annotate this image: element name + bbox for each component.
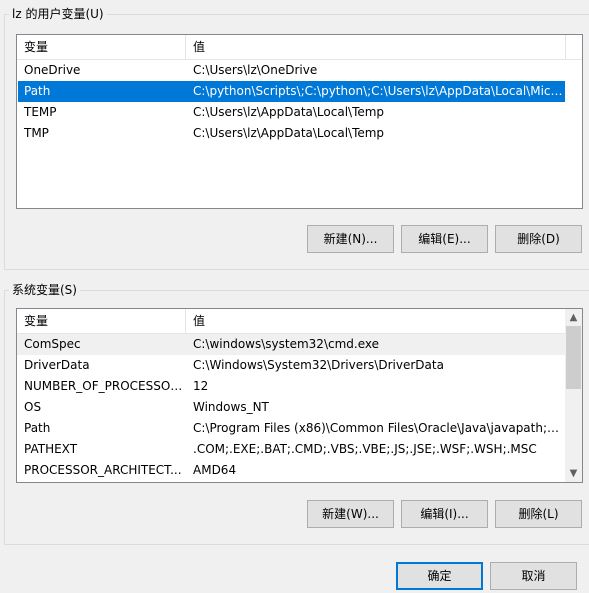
var-value: C:\Windows\System32\Drivers\DriverData [193,358,444,372]
var-name: PROCESSOR_ARCHITECT... [24,463,182,477]
column-header-value[interactable]: 值 [186,309,566,333]
var-value: Windows_NT [193,400,269,414]
scroll-up-icon[interactable]: ▲ [565,309,582,326]
column-header-name[interactable]: 变量 [17,309,186,333]
var-value: C:\Users\lz\OneDrive [193,63,318,77]
user-vars-header: 变量 值 [17,35,582,60]
system-vars-header: 变量 值 [17,309,565,334]
var-name: OS [24,400,42,414]
user-vars-title: lz 的用户变量(U) [9,6,107,22]
table-row[interactable]: ComSpec C:\windows\system32\cmd.exe [17,334,566,355]
var-name: Path [24,84,51,98]
user-new-button[interactable]: 新建(N)... [307,225,394,253]
column-header-value[interactable]: 值 [186,35,566,59]
scrollbar-thumb[interactable] [566,326,581,389]
table-row[interactable]: OS Windows_NT [17,397,566,418]
var-value: C:\Users\lz\AppData\Local\Temp [193,105,385,119]
var-value: .COM;.EXE;.BAT;.CMD;.VBS;.VBE;.JS;.JSE;.… [193,442,537,456]
system-delete-button[interactable]: 删除(L) [495,500,582,528]
cancel-button[interactable]: 取消 [490,562,577,590]
ok-button[interactable]: 确定 [396,562,483,590]
var-name: NUMBER_OF_PROCESSORS [24,379,186,393]
system-edit-button[interactable]: 编辑(I)... [401,500,488,528]
user-vars-list[interactable]: 变量 值 OneDrive C:\Users\lz\OneDrive Path … [16,34,583,209]
var-name: TEMP [24,105,57,119]
table-row[interactable]: Path C:\Program Files (x86)\Common Files… [17,418,566,439]
scroll-down-icon[interactable]: ▼ [565,465,582,482]
table-row[interactable]: PATHEXT .COM;.EXE;.BAT;.CMD;.VBS;.VBE;.J… [17,439,566,460]
table-row[interactable]: NUMBER_OF_PROCESSORS 12 [17,376,566,397]
table-row[interactable]: TMP C:\Users\lz\AppData\Local\Temp [17,123,566,144]
table-row[interactable]: DriverData C:\Windows\System32\Drivers\D… [17,355,566,376]
table-row[interactable]: Path C:\python\Scripts\;C:\python\;C:\Us… [18,81,565,102]
table-row[interactable]: OneDrive C:\Users\lz\OneDrive [17,60,566,81]
system-vars-title: 系统变量(S) [9,282,80,298]
var-value: C:\Users\lz\AppData\Local\Temp [193,126,385,140]
user-edit-button[interactable]: 编辑(E)... [401,225,488,253]
var-name: OneDrive [24,63,81,77]
table-row[interactable]: PROCESSOR_ARCHITECT... AMD64 [17,460,566,481]
var-value: AMD64 [193,463,237,477]
var-name: ComSpec [24,337,81,351]
table-row[interactable]: TEMP C:\Users\lz\AppData\Local\Temp [17,102,566,123]
var-value: C:\Program Files (x86)\Common Files\Orac… [193,421,566,435]
column-header-name[interactable]: 变量 [17,35,186,59]
var-name: TMP [24,126,49,140]
vertical-scrollbar[interactable]: ▲ ▼ [565,309,582,482]
system-new-button[interactable]: 新建(W)... [307,500,394,528]
var-value: C:\python\Scripts\;C:\python\;C:\Users\l… [193,84,564,98]
var-name: Path [24,421,51,435]
system-vars-list[interactable]: 变量 值 ComSpec C:\windows\system32\cmd.exe… [16,308,583,483]
var-name: PATHEXT [24,442,78,456]
var-value: C:\windows\system32\cmd.exe [193,337,379,351]
user-delete-button[interactable]: 删除(D) [495,225,582,253]
var-name: DriverData [24,358,90,372]
var-value: 12 [193,379,209,393]
